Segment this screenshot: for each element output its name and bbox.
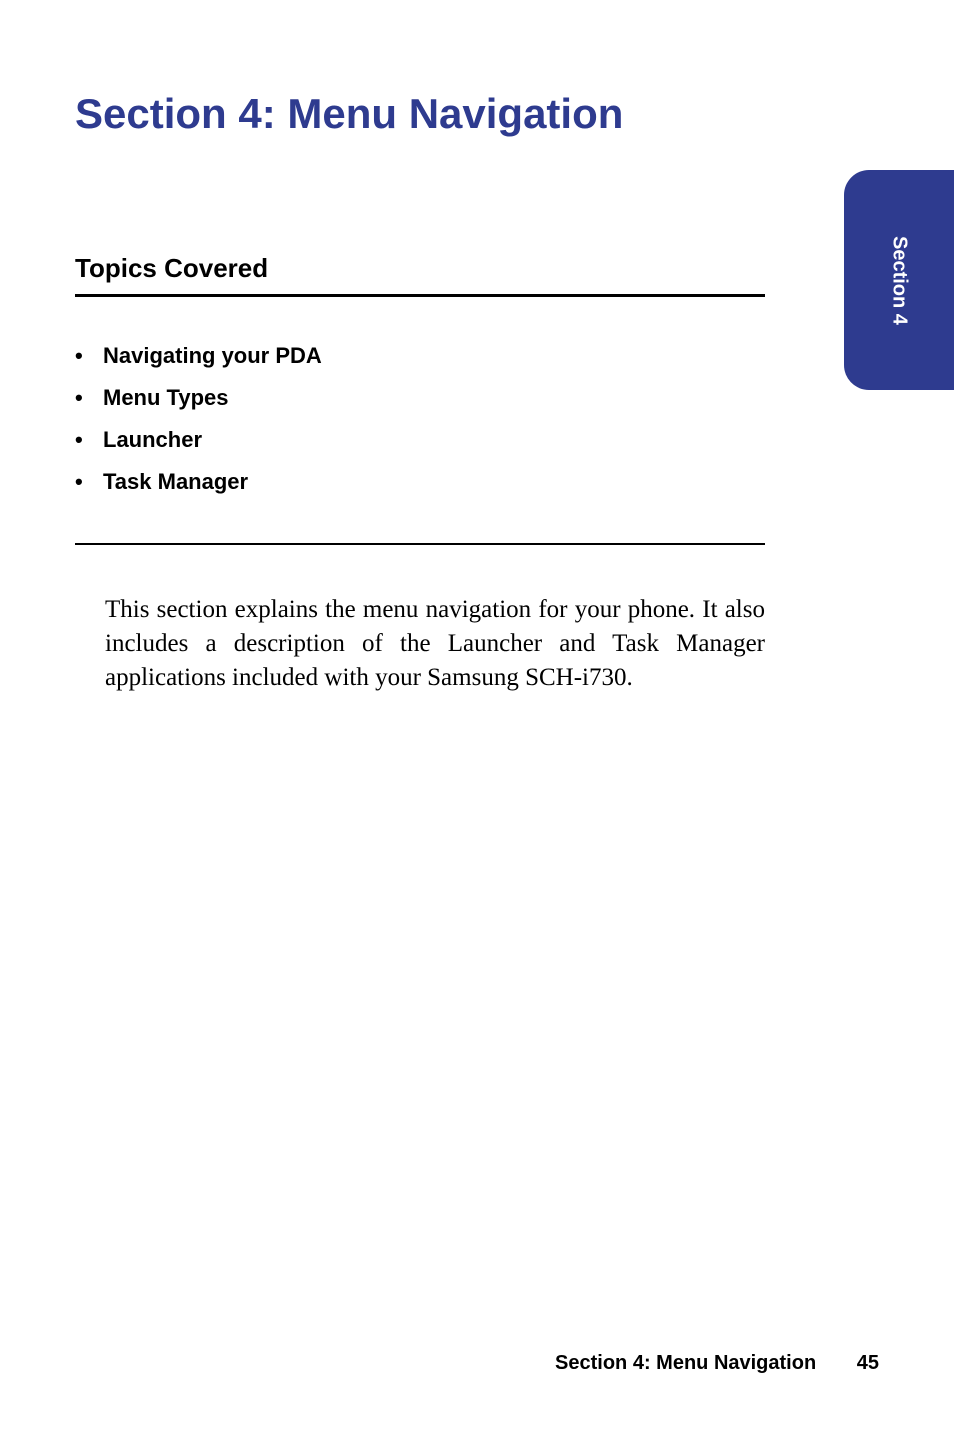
list-item: Menu Types	[75, 377, 765, 419]
content-divider	[75, 543, 765, 545]
list-item: Task Manager	[75, 461, 765, 503]
page-content: Section 4: Menu Navigation Topics Covere…	[0, 0, 954, 1433]
topics-heading: Topics Covered	[75, 253, 879, 284]
topics-divider	[75, 294, 765, 297]
topics-list: Navigating your PDA Menu Types Launcher …	[75, 335, 765, 503]
page-number: 45	[857, 1352, 879, 1374]
list-item: Launcher	[75, 419, 765, 461]
page-title: Section 4: Menu Navigation	[75, 90, 765, 138]
description-paragraph: This section explains the menu navigatio…	[75, 593, 765, 694]
list-item: Navigating your PDA	[75, 335, 765, 377]
footer-section-label: Section 4: Menu Navigation	[555, 1352, 816, 1374]
page-footer: Section 4: Menu Navigation 45	[555, 1352, 879, 1375]
